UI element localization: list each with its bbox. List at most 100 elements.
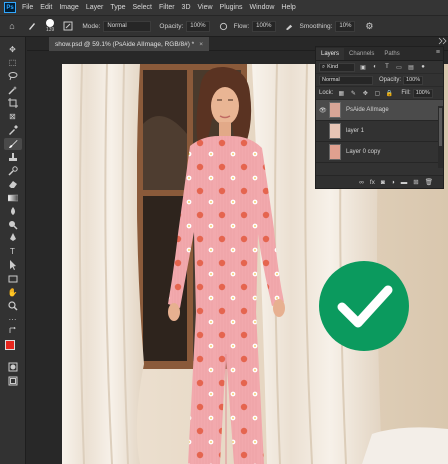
airbrush-icon[interactable] — [284, 20, 296, 32]
close-tab-icon[interactable]: × — [199, 41, 203, 48]
opacity-label: Opacity: — [159, 22, 184, 30]
document-tab[interactable]: show.psd @ 59.1% (PsAide AIImage, RGB/8#… — [49, 37, 209, 51]
menu-help[interactable]: Help — [281, 4, 295, 11]
mask-icon[interactable]: ◙ — [381, 179, 385, 186]
brush-size-value: 139 — [46, 27, 55, 33]
menu-select[interactable]: Select — [133, 4, 152, 11]
layer-thumbnail — [329, 102, 341, 118]
filter-adjustment-icon[interactable]: ◐ — [371, 63, 379, 71]
lasso-tool-icon[interactable] — [4, 70, 22, 82]
path-selection-tool-icon[interactable] — [4, 259, 22, 271]
menu-file[interactable]: File — [22, 4, 33, 11]
opacity-field[interactable]: 100% — [186, 20, 210, 32]
layer-thumbnail — [329, 123, 341, 139]
layer-opacity-field[interactable]: 100% — [403, 75, 424, 85]
menu-layer[interactable]: Layer — [86, 4, 104, 11]
options-bar: ⌂ 139 Mode: Normal Opacity: 100% Flow: 1… — [0, 15, 448, 37]
new-layer-icon[interactable]: ⊞ — [413, 178, 418, 186]
flow-field[interactable]: 100% — [252, 20, 276, 32]
eraser-tool-icon[interactable] — [4, 178, 22, 190]
filter-type-icon[interactable]: T — [383, 63, 391, 71]
pen-tool-icon[interactable] — [4, 232, 22, 244]
lock-label: Lock: — [319, 90, 334, 96]
filter-smart-object-icon[interactable]: ▤ — [407, 63, 415, 71]
trash-icon[interactable]: 🗑 — [425, 178, 433, 186]
layer-row[interactable]: layer 1 — [316, 121, 443, 142]
menu-window[interactable]: Window — [250, 4, 275, 11]
dodge-tool-icon[interactable] — [4, 219, 22, 231]
eyedropper-tool-icon[interactable] — [4, 124, 22, 136]
filter-kind-select[interactable]: ⌕ Kind — [319, 62, 355, 72]
layer-name: PsAide AIImage — [346, 107, 389, 113]
smoothing-label: Smoothing: — [299, 22, 333, 30]
smoothing-field[interactable]: 10% — [335, 20, 356, 32]
zoom-tool-icon[interactable] — [4, 300, 22, 312]
home-icon[interactable]: ⌂ — [6, 20, 18, 32]
lock-paint-icon[interactable]: ✎ — [349, 89, 357, 97]
brush-tool-icon[interactable] — [26, 20, 38, 32]
eye-icon[interactable]: 👁 — [319, 107, 329, 114]
foreground-color-swatch[interactable] — [4, 340, 15, 350]
move-tool-icon[interactable]: ✥ — [4, 43, 22, 55]
brush-preset-picker[interactable]: 139 — [46, 19, 54, 33]
layers-scrollbar-thumb[interactable] — [439, 108, 442, 146]
menu-view[interactable]: View — [198, 4, 213, 11]
layer-filter-row: ⌕ Kind ▣ ◐ T ▭ ▤ ● — [316, 61, 443, 74]
menu-plugins[interactable]: Plugins — [220, 4, 243, 11]
filter-toggle-icon[interactable]: ● — [419, 63, 427, 71]
hand-tool-icon[interactable]: ✋ — [4, 286, 22, 298]
tab-layers[interactable]: Layers — [316, 48, 345, 60]
stamp-tool-icon[interactable] — [4, 151, 22, 163]
folder-icon[interactable]: ▬ — [401, 179, 408, 186]
marquee-tool-icon[interactable]: ⬚ — [4, 57, 22, 69]
frame-tool-icon[interactable]: ⊠ — [4, 111, 22, 123]
lock-all-icon[interactable]: 🔒 — [385, 89, 393, 97]
layers-scrollbar[interactable] — [438, 106, 443, 168]
color-swatches[interactable] — [4, 339, 22, 357]
menu-3d[interactable]: 3D — [182, 4, 191, 11]
menu-image[interactable]: Image — [59, 4, 78, 11]
fill-field[interactable]: 100% — [412, 88, 433, 98]
panel-menu-icon[interactable]: ≡ — [436, 49, 440, 56]
fx-icon[interactable]: fx — [370, 179, 375, 186]
layer-row[interactable]: Layer 0 copy — [316, 142, 443, 163]
gradient-tool-icon[interactable] — [4, 192, 22, 204]
layers-panel: Layers Channels Paths ≡ ⌕ Kind ▣ ◐ T ▭ ▤… — [315, 46, 444, 189]
collapse-panels-icon[interactable] — [437, 37, 448, 45]
menu-type[interactable]: Type — [110, 4, 125, 11]
history-brush-tool-icon[interactable] — [4, 165, 22, 177]
menu-edit[interactable]: Edit — [40, 4, 52, 11]
layers-footer: ∞ fx ◙ ◑ ▬ ⊞ 🗑 — [316, 175, 443, 188]
screen-mode-icon[interactable] — [4, 375, 22, 387]
tab-channels[interactable]: Channels — [344, 48, 379, 60]
swap-colors-icon[interactable] — [4, 327, 22, 335]
smoothing-settings-icon[interactable]: ⚙ — [363, 20, 375, 32]
adjustment-icon[interactable]: ◑ — [391, 179, 395, 186]
brush-tool-icon[interactable] — [3, 137, 22, 150]
brush-tip-icon — [46, 19, 55, 27]
pressure-opacity-icon[interactable] — [218, 20, 230, 32]
object-selection-tool-icon[interactable] — [4, 84, 22, 96]
link-icon[interactable]: ∞ — [359, 179, 364, 186]
check-badge-icon — [319, 261, 409, 351]
brush-settings-icon[interactable] — [62, 20, 74, 32]
blend-mode-select[interactable]: Normal — [319, 75, 373, 85]
more-tools-icon[interactable]: ··· — [4, 313, 22, 325]
type-tool-icon[interactable]: T — [4, 246, 22, 258]
rectangle-tool-icon[interactable] — [4, 273, 22, 285]
lock-pixels-icon[interactable]: ▦ — [337, 89, 345, 97]
tab-paths[interactable]: Paths — [379, 48, 404, 60]
menu-filter[interactable]: Filter — [159, 4, 175, 11]
filter-shape-icon[interactable]: ▭ — [395, 63, 403, 71]
lock-move-icon[interactable]: ✥ — [361, 89, 369, 97]
layer-row[interactable]: 👁 PsAide AIImage — [316, 100, 443, 121]
layer-thumbnail — [329, 144, 341, 160]
crop-tool-icon[interactable] — [4, 97, 22, 109]
layers-panel-tabs: Layers Channels Paths ≡ — [316, 47, 443, 61]
quick-mask-icon[interactable] — [4, 361, 22, 373]
fill-label: Fill: — [401, 90, 411, 96]
blur-tool-icon[interactable] — [4, 205, 22, 217]
lock-artboard-icon[interactable]: ▢ — [373, 89, 381, 97]
filter-pixel-icon[interactable]: ▣ — [359, 63, 367, 71]
mode-select[interactable]: Normal — [103, 20, 152, 32]
